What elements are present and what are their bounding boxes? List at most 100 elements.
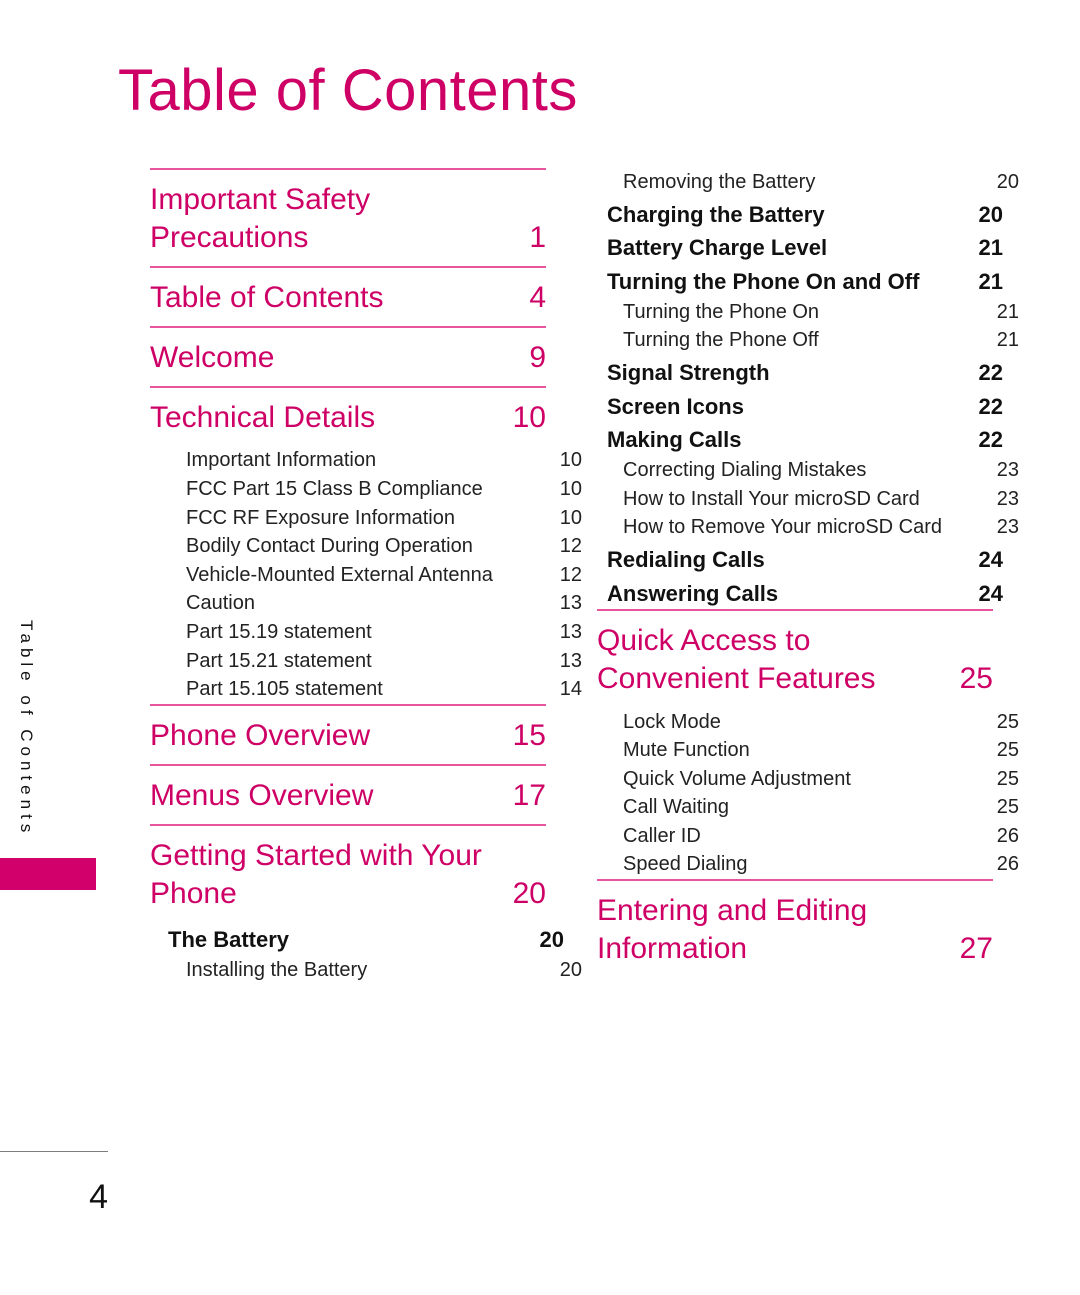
toc-subsection-entry[interactable]: Making Calls 22 — [597, 422, 1003, 456]
toc-item-entry[interactable]: Quick Volume Adjustment 25 — [597, 765, 1019, 794]
toc-entry-page-number: 21 — [996, 329, 1019, 352]
toc-entry-page-number: 10 — [559, 506, 582, 529]
toc-entry-label: Turning the Phone Off — [623, 329, 819, 352]
toc-entry-label: Table of Contents — [150, 281, 384, 315]
toc-entry-label: Mute Function — [623, 739, 750, 762]
toc-entry-page-number: 21 — [978, 235, 1003, 261]
toc-entry-page-number: 23 — [996, 516, 1019, 539]
toc-subsection-entry[interactable]: The Battery 20 — [150, 922, 564, 956]
toc-item-entry[interactable]: Part 15.19 statement 13 — [150, 618, 582, 647]
toc-entry-page-number: 13 — [559, 592, 582, 615]
toc-entry-page-number: 25 — [996, 710, 1019, 733]
toc-entry-label: How to Remove Your microSD Card — [623, 516, 943, 539]
toc-subsection-entry[interactable]: Answering Calls 24 — [597, 576, 1003, 610]
toc-section-entry[interactable]: Table of Contents 4 — [150, 268, 546, 326]
toc-group: Table of Contents 4 — [150, 268, 546, 326]
toc-entry-label: How to Install Your microSD Card — [623, 487, 920, 510]
toc-entry-page-number: 25 — [996, 796, 1019, 819]
toc-entry-page-number: 13 — [559, 649, 582, 672]
toc-entry-label: Screen Icons — [607, 393, 744, 419]
toc-entry-label: Phone Overview — [150, 718, 371, 752]
toc-entry-label: Welcome — [150, 341, 275, 375]
toc-entry-label: Part 15.105 statement — [186, 678, 383, 701]
toc-entry-page-number: 10 — [559, 449, 582, 472]
toc-entry-page-number: 10 — [512, 401, 546, 435]
toc-item-entry[interactable]: FCC Part 15 Class B Compliance 10 — [150, 475, 582, 504]
toc-item-entry[interactable]: Call Waiting 25 — [597, 793, 1019, 822]
toc-subsection-entry[interactable]: Charging the Battery 20 — [597, 197, 1003, 231]
toc-section-entry[interactable]: Entering and Editing Information 27 — [597, 881, 993, 977]
toc-item-entry[interactable]: Mute Function 25 — [597, 736, 1019, 765]
toc-entry-label: Correcting Dialing Mistakes — [623, 459, 867, 482]
toc-entry-page-number: 25 — [996, 767, 1019, 790]
toc-item-entry[interactable]: Part 15.21 statement 13 — [150, 647, 582, 676]
toc-entry-page-number: 4 — [529, 281, 546, 315]
toc-section-entry[interactable]: Technical Details 10 — [150, 388, 546, 446]
toc-subsection-entry[interactable]: Battery Charge Level 21 — [597, 230, 1003, 264]
toc-subsection-entry[interactable]: Signal Strength 22 — [597, 355, 1003, 389]
toc-entry-label: Redialing Calls — [607, 546, 765, 572]
toc-item-entry[interactable]: Lock Mode 25 — [597, 708, 1019, 737]
toc-item-entry[interactable]: Turning the Phone Off 21 — [597, 326, 1019, 355]
toc-entry-page-number: 20 — [978, 201, 1003, 227]
toc-entry-page-number: 21 — [996, 300, 1019, 323]
page-title: Table of Contents — [118, 58, 578, 123]
toc-entry-label: Lock Mode — [623, 710, 721, 733]
toc-entry-label: Charging the Battery — [607, 201, 825, 227]
toc-item-entry[interactable]: Vehicle-Mounted External Antenna 12 — [150, 561, 582, 590]
toc-item-entry[interactable]: Correcting Dialing Mistakes 23 — [597, 456, 1019, 485]
toc-entry-page-number: 24 — [978, 580, 1003, 606]
toc-entry-label: The Battery — [168, 927, 290, 953]
toc-item-entry[interactable]: Part 15.105 statement 14 — [150, 675, 582, 704]
toc-section-entry[interactable]: Menus Overview 17 — [150, 766, 546, 824]
toc-group: Important Safety Precautions 1 — [150, 170, 546, 266]
toc-item-entry[interactable]: Turning the Phone On 21 — [597, 298, 1019, 327]
toc-entry-page-number: 24 — [978, 546, 1003, 572]
toc-entry-page-number: 22 — [978, 427, 1003, 453]
toc-section-entry[interactable]: Phone Overview 15 — [150, 706, 546, 764]
side-tab-running-head: Table of Contents — [17, 620, 36, 838]
toc-subsection-entry[interactable]: Turning the Phone On and Off 21 — [597, 264, 1003, 298]
toc-item-entry[interactable]: Speed Dialing 26 — [597, 850, 1019, 879]
toc-item-entry[interactable]: Caller ID 26 — [597, 822, 1019, 851]
toc-entry-page-number: 13 — [559, 621, 582, 644]
toc-entry-label: Installing the Battery — [186, 958, 368, 981]
toc-item-entry[interactable]: Caution 13 — [150, 589, 582, 618]
toc-item-entry[interactable]: Installing the Battery 20 — [150, 956, 582, 985]
toc-subsection-entry[interactable]: Screen Icons 22 — [597, 389, 1003, 423]
toc-entry-label: Answering Calls — [607, 580, 779, 606]
toc-item-entry[interactable]: How to Install Your microSD Card 23 — [597, 485, 1019, 514]
toc-entry-page-number: 14 — [559, 678, 582, 701]
toc-section-entry[interactable]: Getting Started with Your Phone 20 — [150, 826, 546, 922]
toc-item-entry[interactable]: Removing the Battery 20 — [597, 168, 1019, 197]
toc-item-entry[interactable]: Bodily Contact During Operation 12 — [150, 532, 582, 561]
toc-entry-label: Call Waiting — [623, 796, 729, 819]
toc-entry-label: Important Safety Precautions — [150, 183, 371, 255]
toc-section-entry[interactable]: Important Safety Precautions 1 — [150, 170, 546, 266]
toc-entry-page-number: 25 — [959, 662, 993, 696]
toc-item-entry[interactable]: Important Information 10 — [150, 446, 582, 475]
toc-group: Entering and Editing Information 27 — [597, 881, 993, 977]
toc-entry-label: Important Information — [186, 449, 377, 472]
toc-section-entry[interactable]: Welcome 9 — [150, 328, 546, 386]
toc-subsection-entry[interactable]: Redialing Calls 24 — [597, 542, 1003, 576]
toc-entry-label: Quick Volume Adjustment — [623, 767, 851, 790]
toc-entry-page-number: 26 — [996, 824, 1019, 847]
toc-entry-label: Caller ID — [623, 824, 701, 847]
toc-entry-page-number: 22 — [978, 359, 1003, 385]
side-tab-color-block — [0, 858, 96, 890]
toc-item-entry[interactable]: FCC RF Exposure Information 10 — [150, 504, 582, 533]
toc-entry-label: Caution — [186, 592, 255, 615]
toc-item-entry[interactable]: How to Remove Your microSD Card 23 — [597, 513, 1019, 542]
toc-group: Quick Access to Convenient Features 25 Loc… — [597, 611, 1019, 879]
toc-entry-label: Quick Access to Convenient Features — [597, 624, 876, 696]
toc-section-entry[interactable]: Quick Access to Convenient Features 25 — [597, 611, 993, 707]
toc-entry-label: Speed Dialing — [623, 853, 748, 876]
toc-entry-label: Part 15.21 statement — [186, 649, 372, 672]
toc-column-right: Removing the Battery 20 Charging the Batte… — [597, 168, 1019, 977]
toc-entry-page-number: 20 — [559, 958, 582, 981]
toc-entry-label: Making Calls — [607, 427, 742, 453]
toc-entry-page-number: 25 — [996, 739, 1019, 762]
toc-entry-label: Part 15.19 statement — [186, 621, 372, 644]
toc-entry-page-number: 22 — [978, 393, 1003, 419]
